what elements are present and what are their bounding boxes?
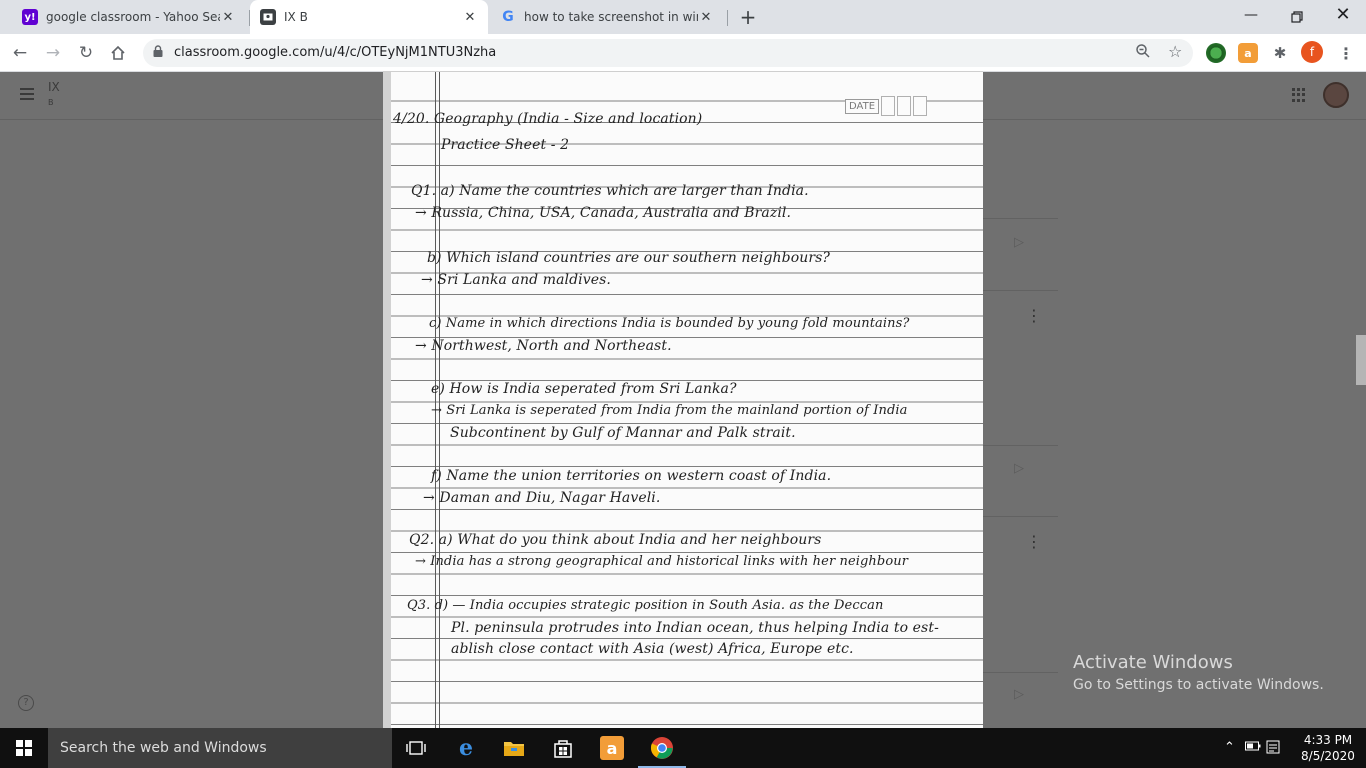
class-title[interactable]: IX <box>48 80 60 94</box>
handwritten-line: Q1. a) Name the countries which are larg… <box>411 183 809 199</box>
tab-google-search[interactable]: G how to take screenshot in windo ✕ <box>490 0 724 34</box>
yahoo-icon: y! <box>22 9 38 25</box>
handwritten-line: → Sri Lanka is seperated from India from… <box>431 403 908 418</box>
amazon-app-icon[interactable]: a <box>600 736 624 760</box>
battery-icon[interactable] <box>1245 740 1261 755</box>
handwritten-line: Subcontinent by Gulf of Mannar and Palk … <box>450 425 796 441</box>
handwritten-line: → Daman and Diu, Nagar Haveli. <box>423 490 661 506</box>
handwritten-line: c) Name in which directions India is bou… <box>429 316 910 331</box>
browser-toolbar: ← → ↻ classroom.google.com/u/4/c/OTEyNjM… <box>0 34 1366 72</box>
handwritten-line: → India has a strong geographical and hi… <box>415 554 909 569</box>
back-button[interactable]: ← <box>8 41 32 65</box>
tab-separator <box>727 10 728 26</box>
profile-avatar[interactable]: f <box>1301 41 1323 63</box>
tray-chevron-icon[interactable]: ⌃ <box>1224 740 1235 755</box>
send-icon[interactable]: ▷ <box>1014 461 1024 476</box>
clock-time: 4:33 PM <box>1303 733 1353 747</box>
google-icon: G <box>502 9 514 25</box>
handwritten-line: → Sri Lanka and maldives. <box>421 272 611 288</box>
more-options-icon[interactable]: ⋮ <box>1026 308 1042 324</box>
activate-windows-watermark: Activate Windows Go to Settings to activ… <box>1073 652 1324 693</box>
handwritten-line: → Northwest, North and Northeast. <box>415 338 672 354</box>
bookmark-star-icon[interactable]: ☆ <box>1168 42 1182 61</box>
extensions-puzzle-icon[interactable]: ✱ <box>1270 43 1290 63</box>
google-apps-icon[interactable] <box>1292 88 1306 102</box>
store-icon[interactable] <box>551 736 575 760</box>
new-tab-button[interactable]: + <box>737 6 759 28</box>
task-view-icon[interactable] <box>404 736 428 760</box>
windows-taskbar: Search the web and Windows e a ⌃ 4:33 PM… <box>0 728 1366 768</box>
minimize-button[interactable]: — <box>1228 0 1274 34</box>
stream-card-edge <box>980 445 1058 446</box>
close-icon[interactable]: ✕ <box>220 10 236 25</box>
stream-card-edge <box>980 290 1058 291</box>
address-bar[interactable]: classroom.google.com/u/4/c/OTEyNjM1NTU3N… <box>143 39 1193 67</box>
forward-button[interactable]: → <box>41 41 65 65</box>
clock-date: 8/5/2020 <box>1301 749 1355 763</box>
avatar[interactable] <box>1323 82 1349 108</box>
handwritten-line: b) Which island countries are our southe… <box>427 250 831 266</box>
amazon-extension-icon[interactable]: a <box>1238 43 1258 63</box>
restore-button[interactable] <box>1274 0 1320 34</box>
chrome-menu-icon[interactable]: ⋮ <box>1336 43 1356 63</box>
stream-card-edge <box>980 672 1058 673</box>
date-box: DATE <box>845 96 928 116</box>
browser-tab-strip: y! google classroom - Yahoo Search ✕ IX … <box>0 0 1366 34</box>
start-button[interactable] <box>0 728 48 768</box>
notebook-image: DATE 4/20. Geography (India - Size and l… <box>383 71 983 728</box>
handwritten-line: Q3. d) — India occupies strategic positi… <box>407 598 884 613</box>
edge-browser-icon[interactable]: e <box>454 735 478 761</box>
search-placeholder: Search the web and Windows <box>60 740 267 756</box>
windows-logo-icon <box>16 740 32 756</box>
reload-button[interactable]: ↻ <box>74 41 98 65</box>
stream-card-edge <box>980 218 1058 219</box>
system-clock[interactable]: 4:33 PM 8/5/2020 <box>1298 732 1358 764</box>
close-icon[interactable]: ✕ <box>698 10 714 25</box>
globe-extension-icon[interactable] <box>1206 43 1226 63</box>
network-icon[interactable] <box>1266 740 1280 757</box>
handwritten-line: 4/20. Geography (India - Size and locati… <box>393 111 703 127</box>
page-edge <box>383 72 391 728</box>
home-button[interactable] <box>106 41 130 65</box>
lock-icon <box>153 45 163 57</box>
handwritten-line: Pl. peninsula protrudes into Indian ocea… <box>451 620 939 636</box>
tab-title: google classroom - Yahoo Search <box>46 10 220 24</box>
tab-title: IX B <box>284 10 308 24</box>
margin-line <box>439 72 440 728</box>
handwritten-line: → Russia, China, USA, Canada, Australia … <box>415 205 792 221</box>
close-icon[interactable]: ✕ <box>462 10 478 25</box>
class-section: B <box>48 98 54 107</box>
date-label: DATE <box>845 98 880 114</box>
stream-card-edge <box>980 516 1058 517</box>
tab-classroom[interactable]: IX B ✕ <box>250 0 488 34</box>
tab-title: how to take screenshot in windo <box>524 10 698 24</box>
more-options-icon[interactable]: ⋮ <box>1026 534 1042 550</box>
handwritten-line: f) Name the union territories on western… <box>431 468 832 484</box>
send-icon[interactable]: ▷ <box>1014 235 1024 250</box>
handwritten-line: Practice Sheet - 2 <box>441 137 570 153</box>
tab-yahoo-search[interactable]: y! google classroom - Yahoo Search ✕ <box>12 0 246 34</box>
handwritten-line: Q2. a) What do you think about India and… <box>409 532 822 548</box>
margin-line <box>435 72 436 728</box>
close-window-button[interactable]: ✕ <box>1320 0 1366 34</box>
help-icon[interactable]: ? <box>18 695 34 711</box>
file-explorer-icon[interactable] <box>502 736 526 760</box>
watermark-title: Activate Windows <box>1073 652 1233 673</box>
classroom-icon <box>260 9 276 25</box>
send-icon[interactable]: ▷ <box>1014 687 1024 702</box>
watermark-subtitle: Go to Settings to activate Windows. <box>1073 677 1324 693</box>
handwritten-line: ablish close contact with Asia (west) Af… <box>451 641 854 657</box>
taskbar-search-box[interactable]: Search the web and Windows <box>48 728 392 768</box>
zoom-icon[interactable] <box>1136 44 1150 62</box>
handwritten-line: e) How is India seperated from Sri Lanka… <box>431 381 737 397</box>
chrome-icon[interactable] <box>650 736 674 760</box>
url-text: classroom.google.com/u/4/c/OTEyNjM1NTU3N… <box>174 45 497 60</box>
scrollbar-thumb[interactable] <box>1356 335 1366 385</box>
menu-icon[interactable] <box>20 88 34 100</box>
